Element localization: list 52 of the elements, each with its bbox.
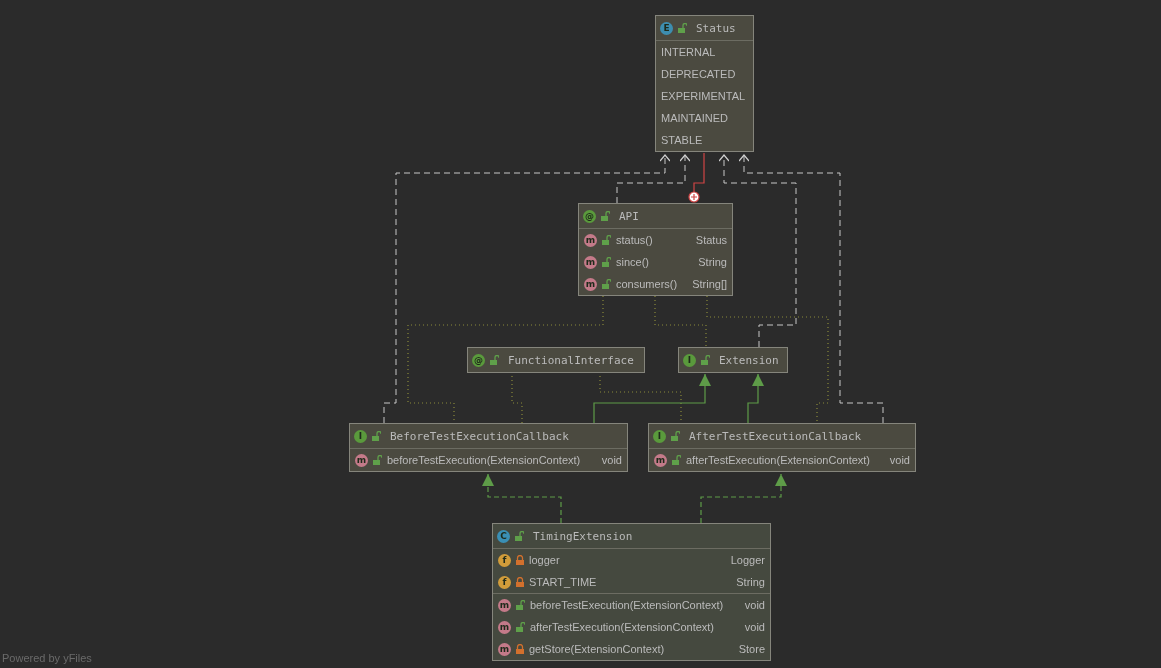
constant-name: INTERNAL — [661, 46, 717, 58]
class-badge: C — [497, 529, 510, 543]
constant-name: EXPERIMENTAL — [661, 90, 747, 102]
annotation-badge: @ — [472, 353, 485, 367]
method-name: afterTestExecution(ExtensionContext) — [530, 621, 716, 633]
field-badge: f — [498, 553, 511, 567]
annotation-badge: @ — [583, 209, 596, 223]
method-type: void — [601, 454, 622, 466]
method-badge: m — [584, 233, 597, 247]
method-type: Store — [738, 643, 765, 655]
enum-badge: E — [660, 21, 673, 35]
constant-name: DEPRECATED — [661, 68, 737, 80]
constant-name: MAINTAINED — [661, 112, 730, 124]
method-name: since() — [616, 256, 650, 268]
method-type: Status — [695, 234, 727, 246]
method-badge: m — [498, 598, 511, 612]
method-type: String — [698, 256, 727, 268]
class-name: TimingExtension — [533, 529, 633, 543]
inheritance-arrow — [747, 373, 764, 424]
method-badge: m — [584, 255, 597, 269]
field-name: START_TIME — [529, 576, 598, 588]
method-name: status() — [616, 234, 654, 246]
method-name: afterTestExecution(ExtensionContext) — [686, 454, 872, 466]
interface-badge: I — [683, 353, 696, 367]
method-name: consumers() — [616, 278, 679, 290]
class-name: Extension — [719, 353, 779, 367]
field-name: logger — [529, 554, 561, 566]
field-badge: f — [498, 575, 511, 589]
method-name: beforeTestExecution(ExtensionContext) — [387, 454, 582, 466]
interface-badge: I — [354, 429, 367, 443]
class-name: AfterTestExecutionCallback — [689, 429, 862, 443]
method-badge: m — [355, 453, 368, 467]
method-name: getStore(ExtensionContext) — [529, 643, 666, 655]
method-type: void — [889, 454, 910, 466]
method-badge: m — [498, 642, 511, 656]
method-name: beforeTestExecution(ExtensionContext) — [530, 599, 725, 611]
method-type: void — [744, 599, 765, 611]
method-badge: m — [584, 277, 597, 291]
class-name: FunctionalInterface — [508, 353, 634, 367]
class-name: Status — [696, 21, 736, 35]
field-type: String — [736, 576, 765, 588]
nested-class-connector — [688, 152, 705, 203]
method-badge: m — [498, 620, 511, 634]
field-type: Logger — [730, 554, 765, 566]
class-name: API — [619, 209, 639, 223]
method-type: void — [744, 621, 765, 633]
method-badge: m — [654, 453, 667, 467]
constant-name: STABLE — [661, 134, 704, 146]
class-name: BeforeTestExecutionCallback — [390, 429, 569, 443]
footer-text: Powered by yFiles — [2, 652, 92, 664]
method-type: String[] — [692, 278, 727, 290]
interface-badge: I — [653, 429, 666, 443]
